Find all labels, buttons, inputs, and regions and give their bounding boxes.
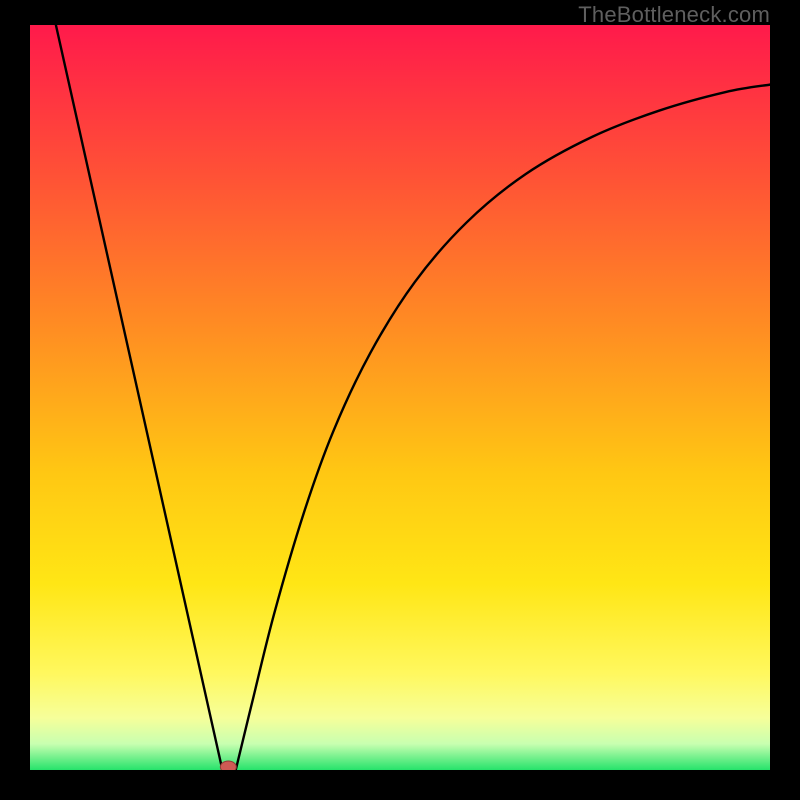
gradient-background [30,25,770,770]
chart-svg [30,25,770,770]
chart-frame: TheBottleneck.com [0,0,800,800]
plot-area [30,25,770,770]
minimum-marker [220,761,236,770]
